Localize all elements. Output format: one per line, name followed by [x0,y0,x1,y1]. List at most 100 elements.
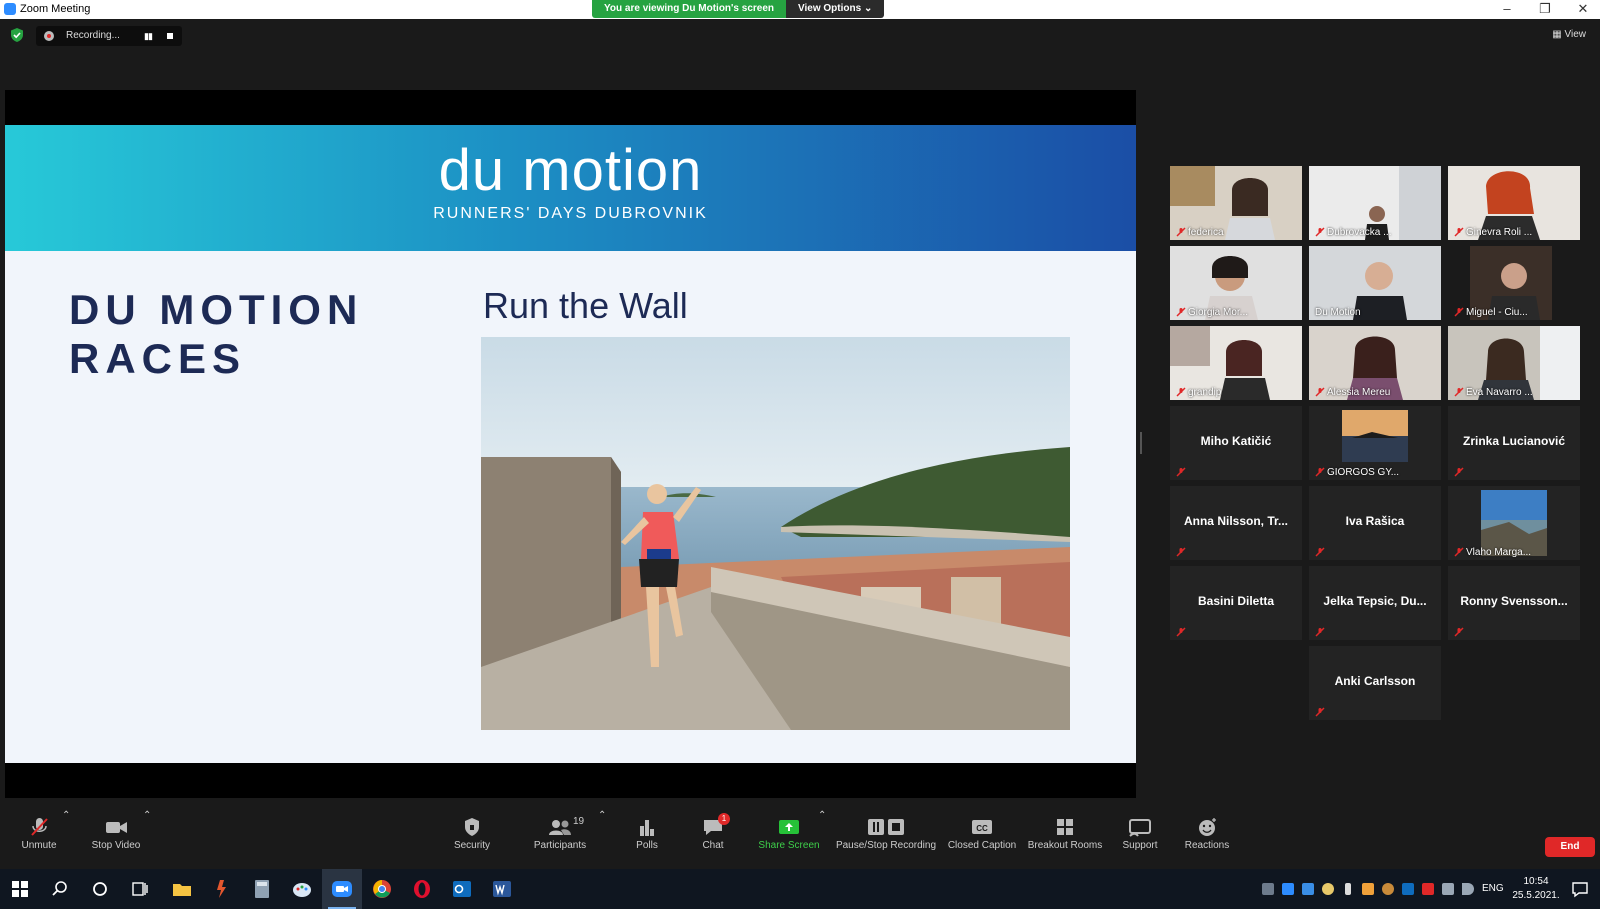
record-icon [44,31,54,41]
participant-name: federica [1188,227,1224,238]
participant-name: Ginevra Roli ... [1466,227,1533,238]
breakout-rooms-button[interactable]: Breakout Rooms [1026,810,1104,868]
zoom-app-icon [4,3,16,15]
participant-tile[interactable]: Eva Navarro ... [1448,326,1580,400]
closed-caption-icon: CC [972,820,992,834]
view-button[interactable]: ▦ View [1552,29,1586,40]
participant-tile[interactable]: grandip [1170,326,1302,400]
participant-tile-active-speaker[interactable]: Du Motion [1309,246,1441,320]
input-language[interactable]: ENG [1482,883,1504,894]
app-icon[interactable] [210,877,234,901]
participants-icon [549,820,571,835]
unmute-button[interactable]: Unmute [14,810,64,868]
muted-mic-icon [1315,627,1325,637]
calculator-icon[interactable] [250,877,274,901]
brand-tagline: RUNNERS' DAYS DUBROVNIK [433,205,708,222]
participants-button[interactable]: 19 Participants [530,810,590,868]
word-icon[interactable] [490,877,514,901]
cortana-icon[interactable] [88,877,112,901]
tray-b-icon[interactable] [1422,883,1434,895]
tray-meet-icon[interactable] [1262,883,1274,895]
tray-app-icon[interactable] [1322,883,1334,895]
taskbar-clock[interactable]: 10:54 25.5.2021. [1512,875,1560,903]
participant-tile[interactable]: Giorgia Mor... [1170,246,1302,320]
participant-tile[interactable]: Ginevra Roli ... [1448,166,1580,240]
tray-zoom-icon[interactable] [1282,883,1294,895]
share-screen-label: Share Screen [758,840,820,851]
participant-tile[interactable]: Jelka Tepsic, Du... [1309,566,1441,640]
participant-tile[interactable]: Iva Rašica [1309,486,1441,560]
split-view-handle[interactable] [1140,432,1142,454]
participant-tile[interactable]: federica [1170,166,1302,240]
chrome-icon[interactable] [370,877,394,901]
tray-security-icon[interactable] [1362,883,1374,895]
participant-name: grandip [1188,387,1222,398]
opera-icon[interactable] [410,877,434,901]
participant-tile[interactable]: Dubrovacka ... [1309,166,1441,240]
tray-app2-icon[interactable] [1382,883,1394,895]
participant-name: Ronny Svensson... [1460,594,1568,608]
windows-start-icon[interactable] [8,877,32,901]
muted-mic-icon [1315,387,1325,397]
participant-name: Eva Navarro ... [1466,387,1533,398]
participant-name: Basini Diletta [1197,594,1275,608]
participant-tile[interactable]: Ronny Svensson... [1448,566,1580,640]
participant-name: Iva Rašica [1345,514,1405,528]
minimize-icon[interactable]: – [1492,1,1522,16]
outlook-icon[interactable] [450,877,474,901]
participant-tile[interactable]: Anna Nilsson, Tr... [1170,486,1302,560]
video-options-caret[interactable]: ⌃ [143,810,151,868]
participant-tile[interactable]: Basini Diletta [1170,566,1302,640]
file-explorer-icon[interactable] [170,877,194,901]
zoom-icon[interactable] [330,877,354,901]
muted-mic-icon [1176,627,1186,637]
chat-button[interactable]: 1 Chat [688,810,738,868]
video-camera-icon [106,822,127,833]
search-icon[interactable] [48,877,72,901]
polls-button[interactable]: Polls [622,810,672,868]
tray-cloud-icon[interactable] [1302,883,1314,895]
participant-tile[interactable]: Anki Carlsson [1309,646,1441,720]
restore-icon[interactable]: ❐ [1530,1,1560,17]
stop-video-button[interactable]: Stop Video [88,810,144,868]
paint-icon[interactable] [290,877,314,901]
muted-mic-icon [1454,467,1464,477]
reactions-button[interactable]: Reactions [1182,810,1232,868]
participant-name: Dubrovacka ... [1327,227,1392,238]
support-button[interactable]: Support [1115,810,1165,868]
participant-tile[interactable]: Zrinka Lucianović [1448,406,1580,480]
closed-caption-button[interactable]: CC Closed Caption [946,810,1018,868]
security-button[interactable]: Security [447,810,497,868]
participant-tile[interactable]: Alessia Mereu [1309,326,1441,400]
task-view-icon[interactable] [128,877,152,901]
notification-icon[interactable] [1568,877,1592,901]
speaker-icon[interactable] [1462,883,1474,895]
clock-date: 25.5.2021. [1512,890,1560,901]
pause-stop-recording-button[interactable]: Pause/Stop Recording [834,810,938,868]
stop-recording-icon[interactable] [167,33,173,39]
participant-tile[interactable]: GIORGOS GY... [1309,406,1441,480]
unmute-label: Unmute [21,840,57,851]
audio-options-caret[interactable]: ⌃ [62,810,70,868]
shield-icon[interactable] [10,28,24,42]
participants-options-caret[interactable]: ⌃ [598,810,606,868]
share-options-caret[interactable]: ⌃ [818,810,826,868]
pause-recording-icon[interactable]: ▮▮ [144,31,153,42]
tray-outlook-icon[interactable] [1402,883,1414,895]
view-options-button[interactable]: View Options ⌄ [786,0,885,18]
network-icon[interactable] [1442,883,1454,895]
breakout-rooms-icon [1057,819,1073,835]
tray-microphone-icon[interactable] [1345,883,1351,895]
participant-tile[interactable]: Miho Katičić [1170,406,1302,480]
muted-mic-icon [1176,547,1186,557]
muted-mic-icon [1176,307,1186,317]
participant-tile[interactable]: Miguel - Ciu... [1448,246,1580,320]
share-screen-button[interactable]: Share Screen [758,810,820,868]
emoji-icon [1199,818,1216,836]
participant-name: GIORGOS GY... [1327,467,1400,478]
participant-tile[interactable]: Vlaho Marga... [1448,486,1580,560]
muted-mic-icon [1454,387,1464,397]
close-icon[interactable]: ✕ [1568,1,1598,17]
window-title: Zoom Meeting [20,3,91,15]
end-meeting-button[interactable]: End [1545,837,1595,857]
